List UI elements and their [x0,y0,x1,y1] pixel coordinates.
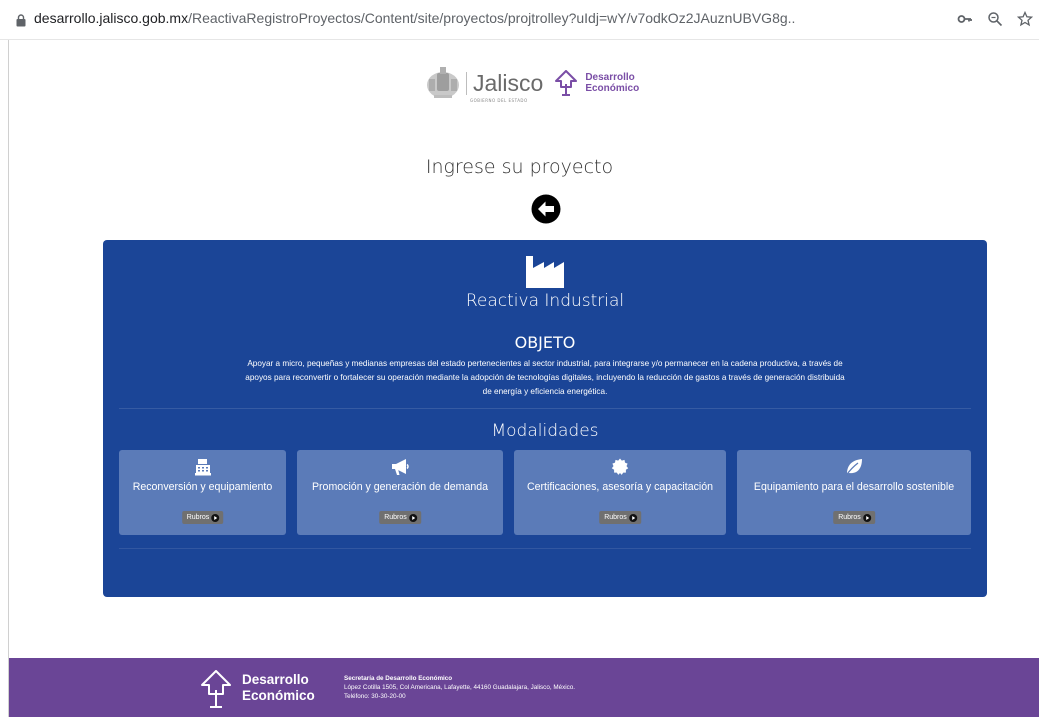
modalidad-label: Equipamiento para el desarrollo sostenib… [753,481,955,493]
jalisco-wordmark: Jalisco [466,71,543,95]
play-circle-icon [628,513,637,522]
modalidad-reconversion-tile[interactable]: Reconversión y equipamiento Rubros [119,450,286,535]
footer-contact-info: Secretaría de Desarrollo Económico López… [344,674,575,701]
logo-line-1: Desarrollo [585,72,635,83]
play-circle-icon [408,513,417,522]
modalidades-heading: Modalidades [491,421,599,441]
footer-address: López Cotilla 1505, Col Americana, Lafay… [344,684,576,691]
certificate-icon [611,458,629,475]
jalisco-seal-logo [427,67,459,98]
rubros-button[interactable]: Rubros [599,511,641,524]
modalidad-label: Certificaciones, asesoría y capacitación [526,481,714,493]
url-path: /ReactivaRegistroProyectos/Content/site/… [188,10,796,26]
zoom-icon[interactable] [987,11,1003,27]
back-arrow-button[interactable] [531,194,561,224]
house-arrow-icon [555,70,578,96]
modalidad-equipamiento-sostenible-tile[interactable]: Equipamiento para el desarrollo sostenib… [737,450,971,535]
cash-register-icon [194,459,211,476]
rubros-button[interactable]: Rubros [833,511,875,524]
card-title: Reactiva Industrial [465,291,625,311]
megaphone-icon [392,459,409,475]
footer: Desarrollo Económico Secretaría de Desar… [9,658,1039,717]
footer-logo-text: Desarrollo Económico [242,672,315,704]
footer-phone: Teléfono: 30-30-20-00 [344,693,406,700]
rubros-label: Rubros [604,514,627,521]
modalidad-label: Promoción y generación de demanda [311,481,489,493]
page-title: Ingrese su proyecto [425,156,614,178]
bookmark-star-icon[interactable] [1016,10,1034,27]
play-circle-icon [211,513,220,522]
divider [119,408,971,409]
footer-logo-line-1: Desarrollo [242,672,309,687]
header-logos: Jalisco GOBIERNO DEL ESTADO Desarrollo E… [424,62,639,104]
reactiva-industrial-card: Reactiva Industrial OBJETO Apoyar a micr… [103,240,987,597]
rubros-button[interactable]: Rubros [181,511,224,524]
rubros-button[interactable]: Rubros [379,511,421,524]
lock-icon [16,14,26,27]
key-icon[interactable] [957,11,973,27]
modalidad-promocion-tile[interactable]: Promoción y generación de demanda Rubros [297,450,503,535]
modalidad-label: Reconversión y equipamiento [132,481,273,493]
url-text[interactable]: desarrollo.jalisco.gob.mx/ReactivaRegist… [34,10,795,26]
house-arrow-icon [201,670,231,708]
rubros-label: Rubros [384,514,407,521]
jalisco-subtitle: GOBIERNO DEL ESTADO [470,97,528,103]
browser-address-bar[interactable]: desarrollo.jalisco.gob.mx/ReactivaRegist… [0,0,1039,40]
footer-org: Secretaría de Desarrollo Económico [344,675,453,682]
leaf-icon [845,459,862,476]
desarrollo-economico-logo: Desarrollo Económico [555,70,639,96]
objeto-description: Apoyar a micro, pequeñas y medianas empr… [245,359,845,396]
play-circle-icon [862,513,871,522]
objeto-heading: OBJETO [514,333,576,352]
footer-logo-line-2: Económico [242,688,315,703]
factory-icon [526,256,564,288]
logo-line-2: Económico [585,83,640,94]
divider [119,548,971,549]
url-host: desarrollo.jalisco.gob.mx [34,10,189,26]
rubros-label: Rubros [838,514,861,521]
modalidad-certificaciones-tile[interactable]: Certificaciones, asesoría y capacitación… [514,450,726,535]
rubros-label: Rubros [186,514,210,521]
